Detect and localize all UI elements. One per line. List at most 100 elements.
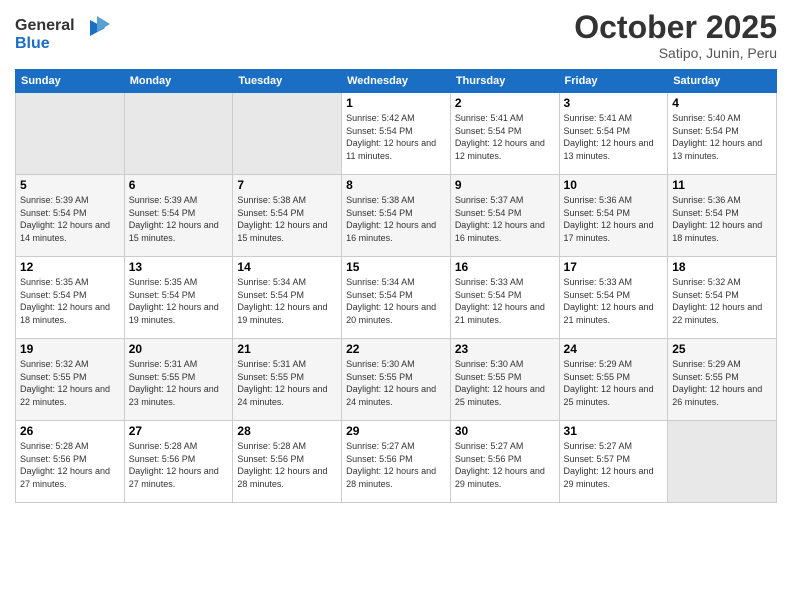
weekday-header-monday: Monday [124, 70, 233, 93]
calendar-cell: 16 Sunrise: 5:33 AM Sunset: 5:54 PM Dayli… [450, 257, 559, 339]
calendar-cell: 2Sunrise: 5:41 AM Sunset: 5:54 PM Daylig… [450, 93, 559, 175]
calendar-cell: 20 Sunrise: 5:31 AM Sunset: 5:55 PM Dayli… [124, 339, 233, 421]
day-number: 16 [455, 260, 555, 274]
logo: General Blue [15, 10, 115, 60]
day-info: Sunrise: 5:33 AM Sunset: 5:54 PM Dayligh… [455, 276, 555, 326]
day-info: Sunrise: 5:40 AM Sunset: 5:54 PM Dayligh… [672, 112, 772, 162]
day-info: Sunrise: 5:32 AM Sunset: 5:55 PM Dayligh… [20, 358, 120, 408]
day-info: Sunrise: 5:33 AM Sunset: 5:54 PM Dayligh… [564, 276, 664, 326]
day-info: Sunrise: 5:30 AM Sunset: 5:55 PM Dayligh… [346, 358, 446, 408]
weekday-header-saturday: Saturday [668, 70, 777, 93]
day-number: 28 [237, 424, 337, 438]
day-info: Sunrise: 5:27 AM Sunset: 5:56 PM Dayligh… [455, 440, 555, 490]
day-info: Sunrise: 5:37 AM Sunset: 5:54 PM Dayligh… [455, 194, 555, 244]
day-number: 1 [346, 96, 446, 110]
day-number: 10 [564, 178, 664, 192]
calendar-cell: 21 Sunrise: 5:31 AM Sunset: 5:55 PM Dayli… [233, 339, 342, 421]
calendar-cell: 7 Sunrise: 5:38 AM Sunset: 5:54 PM Daylig… [233, 175, 342, 257]
day-info: Sunrise: 5:42 AM Sunset: 5:54 PM Dayligh… [346, 112, 446, 162]
calendar-week-4: 19 Sunrise: 5:32 AM Sunset: 5:55 PM Dayli… [16, 339, 777, 421]
day-info: Sunrise: 5:39 AM Sunset: 5:54 PM Dayligh… [20, 194, 120, 244]
day-number: 7 [237, 178, 337, 192]
day-info: Sunrise: 5:39 AM Sunset: 5:54 PM Dayligh… [129, 194, 229, 244]
header: General Blue October 2025 Satipo, Junin,… [15, 10, 777, 61]
day-info: Sunrise: 5:34 AM Sunset: 5:54 PM Dayligh… [237, 276, 337, 326]
day-number: 14 [237, 260, 337, 274]
weekday-header-thursday: Thursday [450, 70, 559, 93]
day-info: Sunrise: 5:32 AM Sunset: 5:54 PM Dayligh… [672, 276, 772, 326]
calendar-cell: 23 Sunrise: 5:30 AM Sunset: 5:55 PM Dayli… [450, 339, 559, 421]
calendar-cell [668, 421, 777, 503]
day-info: Sunrise: 5:28 AM Sunset: 5:56 PM Dayligh… [129, 440, 229, 490]
weekday-header-friday: Friday [559, 70, 668, 93]
calendar-cell: 11 Sunrise: 5:36 AM Sunset: 5:54 PM Dayli… [668, 175, 777, 257]
day-number: 13 [129, 260, 229, 274]
svg-text:General: General [15, 17, 75, 34]
calendar-cell: 8 Sunrise: 5:38 AM Sunset: 5:54 PM Daylig… [342, 175, 451, 257]
day-number: 30 [455, 424, 555, 438]
day-info: Sunrise: 5:34 AM Sunset: 5:54 PM Dayligh… [346, 276, 446, 326]
day-number: 25 [672, 342, 772, 356]
calendar-cell: 18 Sunrise: 5:32 AM Sunset: 5:54 PM Dayli… [668, 257, 777, 339]
calendar-week-2: 5Sunrise: 5:39 AM Sunset: 5:54 PM Daylig… [16, 175, 777, 257]
day-info: Sunrise: 5:28 AM Sunset: 5:56 PM Dayligh… [237, 440, 337, 490]
calendar-cell [233, 93, 342, 175]
day-info: Sunrise: 5:38 AM Sunset: 5:54 PM Dayligh… [346, 194, 446, 244]
calendar-cell: 26 Sunrise: 5:28 AM Sunset: 5:56 PM Dayli… [16, 421, 125, 503]
day-number: 21 [237, 342, 337, 356]
calendar-cell: 4 Sunrise: 5:40 AM Sunset: 5:54 PM Daylig… [668, 93, 777, 175]
day-number: 26 [20, 424, 120, 438]
day-info: Sunrise: 5:38 AM Sunset: 5:54 PM Dayligh… [237, 194, 337, 244]
day-info: Sunrise: 5:31 AM Sunset: 5:55 PM Dayligh… [237, 358, 337, 408]
day-number: 20 [129, 342, 229, 356]
day-number: 18 [672, 260, 772, 274]
day-info: Sunrise: 5:31 AM Sunset: 5:55 PM Dayligh… [129, 358, 229, 408]
day-number: 27 [129, 424, 229, 438]
calendar-cell: 22Sunrise: 5:30 AM Sunset: 5:55 PM Dayli… [342, 339, 451, 421]
day-number: 12 [20, 260, 120, 274]
day-number: 2 [455, 96, 555, 110]
calendar-cell: 15 Sunrise: 5:34 AM Sunset: 5:54 PM Dayli… [342, 257, 451, 339]
calendar-cell: 25 Sunrise: 5:29 AM Sunset: 5:55 PM Dayli… [668, 339, 777, 421]
day-number: 4 [672, 96, 772, 110]
calendar-cell: 10 Sunrise: 5:36 AM Sunset: 5:54 PM Dayli… [559, 175, 668, 257]
page-container: General Blue October 2025 Satipo, Junin,… [0, 0, 792, 513]
day-info: Sunrise: 5:27 AM Sunset: 5:57 PM Dayligh… [564, 440, 664, 490]
logo-svg: General Blue [15, 10, 115, 55]
calendar-table: SundayMondayTuesdayWednesdayThursdayFrid… [15, 69, 777, 503]
calendar-cell: 24Sunrise: 5:29 AM Sunset: 5:55 PM Dayli… [559, 339, 668, 421]
weekday-header-tuesday: Tuesday [233, 70, 342, 93]
day-number: 6 [129, 178, 229, 192]
day-info: Sunrise: 5:35 AM Sunset: 5:54 PM Dayligh… [129, 276, 229, 326]
day-info: Sunrise: 5:27 AM Sunset: 5:56 PM Dayligh… [346, 440, 446, 490]
day-number: 11 [672, 178, 772, 192]
calendar-cell: 27 Sunrise: 5:28 AM Sunset: 5:56 PM Dayli… [124, 421, 233, 503]
day-number: 3 [564, 96, 664, 110]
day-info: Sunrise: 5:30 AM Sunset: 5:55 PM Dayligh… [455, 358, 555, 408]
day-number: 9 [455, 178, 555, 192]
day-number: 23 [455, 342, 555, 356]
weekday-header-sunday: Sunday [16, 70, 125, 93]
calendar-week-3: 12 Sunrise: 5:35 AM Sunset: 5:54 PM Dayli… [16, 257, 777, 339]
day-info: Sunrise: 5:36 AM Sunset: 5:54 PM Dayligh… [672, 194, 772, 244]
day-number: 24 [564, 342, 664, 356]
calendar-cell: 28 Sunrise: 5:28 AM Sunset: 5:56 PM Dayli… [233, 421, 342, 503]
day-number: 8 [346, 178, 446, 192]
day-number: 15 [346, 260, 446, 274]
calendar-cell: 3Sunrise: 5:41 AM Sunset: 5:54 PM Daylig… [559, 93, 668, 175]
month-title: October 2025 [574, 10, 777, 45]
day-number: 19 [20, 342, 120, 356]
calendar-cell: 17Sunrise: 5:33 AM Sunset: 5:54 PM Dayli… [559, 257, 668, 339]
calendar-week-5: 26 Sunrise: 5:28 AM Sunset: 5:56 PM Dayli… [16, 421, 777, 503]
title-section: October 2025 Satipo, Junin, Peru [574, 10, 777, 61]
calendar-week-1: 1 Sunrise: 5:42 AM Sunset: 5:54 PM Daylig… [16, 93, 777, 175]
day-info: Sunrise: 5:36 AM Sunset: 5:54 PM Dayligh… [564, 194, 664, 244]
calendar-cell: 12Sunrise: 5:35 AM Sunset: 5:54 PM Dayli… [16, 257, 125, 339]
day-info: Sunrise: 5:28 AM Sunset: 5:56 PM Dayligh… [20, 440, 120, 490]
weekday-header-row: SundayMondayTuesdayWednesdayThursdayFrid… [16, 70, 777, 93]
day-number: 31 [564, 424, 664, 438]
day-info: Sunrise: 5:29 AM Sunset: 5:55 PM Dayligh… [672, 358, 772, 408]
calendar-cell: 30 Sunrise: 5:27 AM Sunset: 5:56 PM Dayli… [450, 421, 559, 503]
calendar-cell: 19 Sunrise: 5:32 AM Sunset: 5:55 PM Dayli… [16, 339, 125, 421]
calendar-cell: 29Sunrise: 5:27 AM Sunset: 5:56 PM Dayli… [342, 421, 451, 503]
